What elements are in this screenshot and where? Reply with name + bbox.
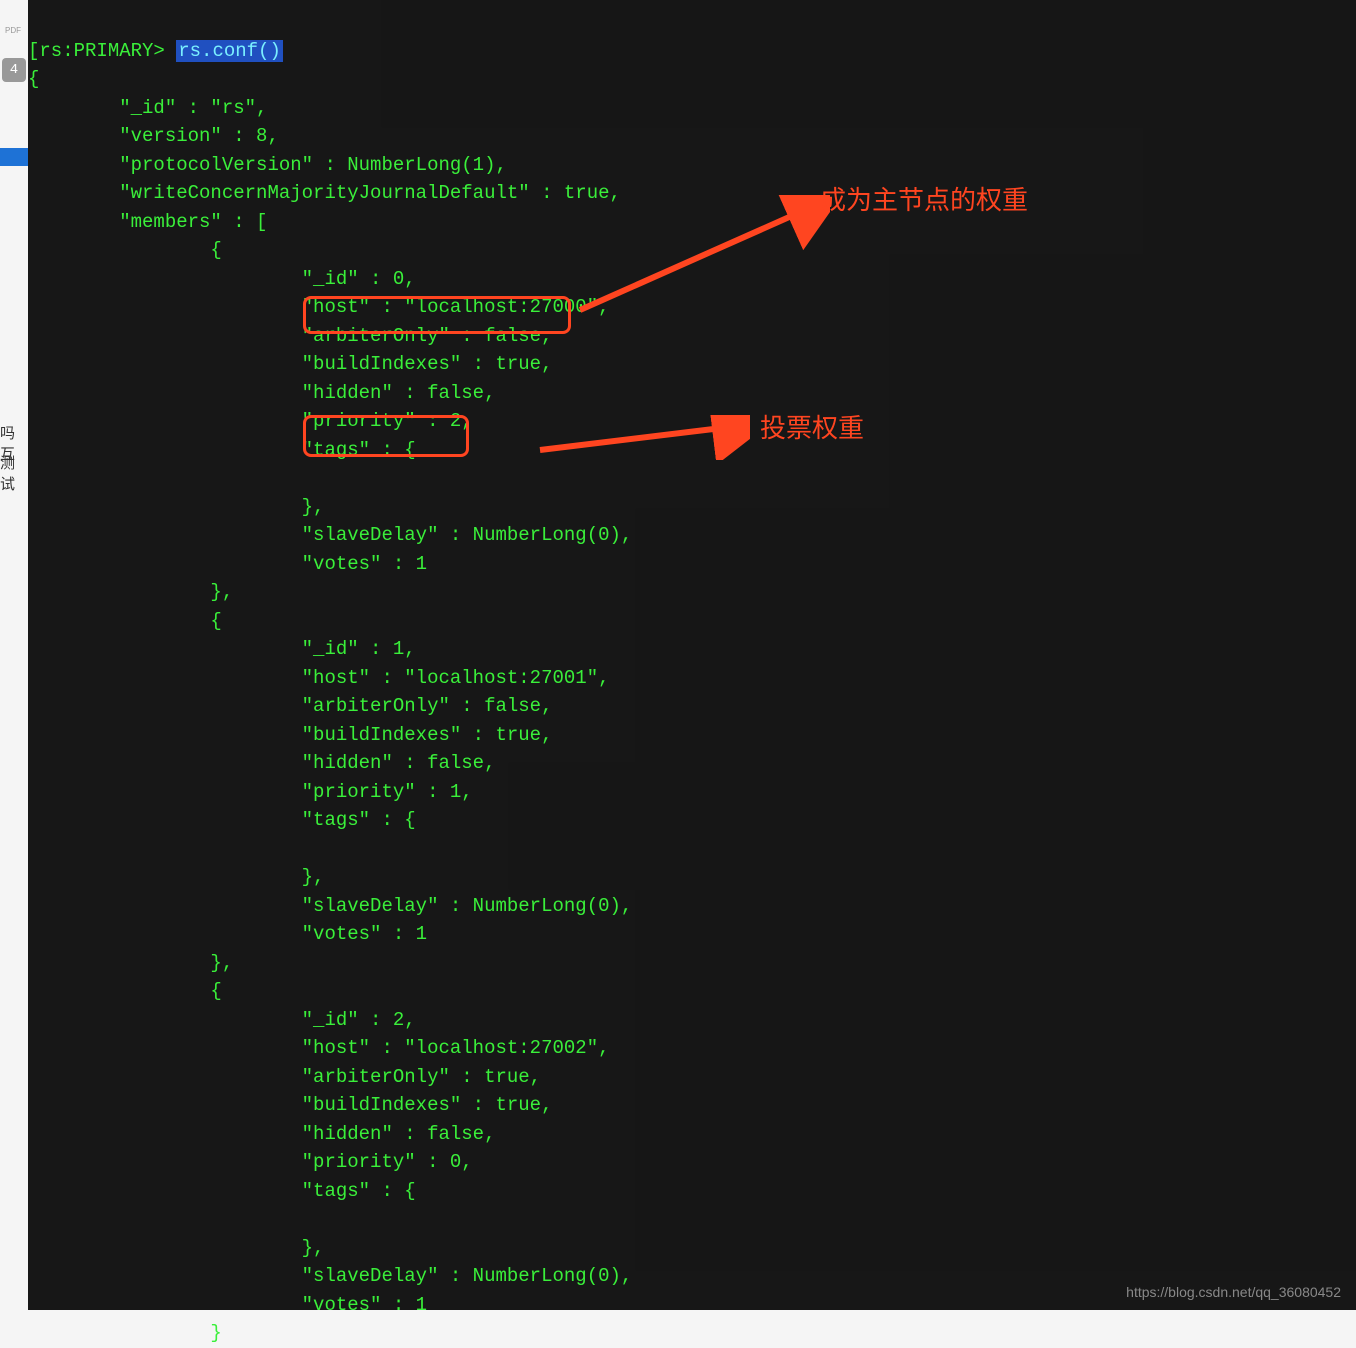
output-line: "buildIndexes" : true, [28,724,553,746]
output-line: }, [28,866,324,888]
output-line: "votes" : 1 [28,923,427,945]
output-line: "_id" : "rs", [28,97,267,119]
output-line: "protocolVersion" : NumberLong(1), [28,154,507,176]
output-line: "version" : 8, [28,125,279,147]
pdf-icon-label: PDF [5,26,21,35]
output-line: "host" : "localhost:27002", [28,1037,610,1059]
output-line: "arbiterOnly" : false, [28,695,553,717]
output-line-votes: "votes" : 1 [28,553,427,575]
output-line: { [28,610,222,632]
output-line: "host" : "localhost:27001", [28,667,610,689]
output-line: "buildIndexes" : true, [28,1094,553,1116]
output-line-priority: "priority" : 2, [28,410,473,432]
output-line: "tags" : { [28,1180,416,1202]
sidebar-highlight [0,148,28,166]
output-line: "hidden" : false, [28,1123,495,1145]
output-line: "_id" : 0, [28,268,416,290]
output-line: "arbiterOnly" : false, [28,325,553,347]
prompt-line: [rs:PRIMARY> rs.conf() [28,40,283,62]
output-line: "tags" : { [28,439,416,461]
output-line: "votes" : 1 [28,1294,427,1316]
output-line: { [28,68,39,90]
output-line: "writeConcernMajorityJournalDefault" : t… [28,182,621,204]
annotation-votes: 投票权重 [760,408,864,445]
output-line: "priority" : 1, [28,781,473,803]
output-line: "arbiterOnly" : true, [28,1066,541,1088]
output-line: "host" : "localhost:27000", [28,296,610,318]
output-line: }, [28,1237,324,1259]
sidebar: PDF 4 吗互 测试 [0,0,28,1310]
prompt-bracket: [ [28,40,39,62]
output-line: { [28,239,222,261]
output-line: "slaveDelay" : NumberLong(0), [28,1265,632,1287]
output-line: "buildIndexes" : true, [28,353,553,375]
sidebar-text-2: 测试 [0,452,28,494]
watermark-text: https://blog.csdn.net/qq_36080452 [1126,1284,1341,1300]
output-line: "hidden" : false, [28,752,495,774]
output-line: }, [28,496,324,518]
output-line: "priority" : 0, [28,1151,473,1173]
command-text: rs.conf() [176,40,283,62]
output-line: { [28,980,222,1002]
annotation-priority: 成为主节点的权重 [820,180,1028,217]
prompt-text: rs:PRIMARY> [39,40,164,62]
output-line: "_id" : 2, [28,1009,416,1031]
output-line: }, [28,581,233,603]
output-line: "hidden" : false, [28,382,495,404]
terminal-window[interactable]: [rs:PRIMARY> rs.conf() { "_id" : "rs", "… [28,0,1356,1310]
output-line: "_id" : 1, [28,638,416,660]
output-line: "members" : [ [28,211,267,233]
output-line: "slaveDelay" : NumberLong(0), [28,895,632,917]
output-line: } [28,1322,222,1344]
output-line: }, [28,952,233,974]
output-line: "slaveDelay" : NumberLong(0), [28,524,632,546]
output-line: "tags" : { [28,809,416,831]
sidebar-badge: 4 [2,58,26,82]
